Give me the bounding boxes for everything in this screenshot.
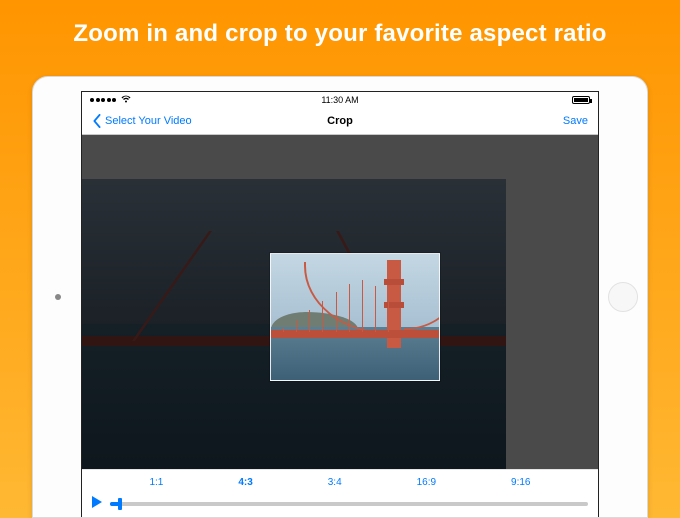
battery-icon	[572, 96, 590, 104]
ratio-9-16[interactable]: 9:16	[511, 477, 530, 488]
aspect-ratio-bar: 1:1 4:3 3:4 16:9 9:16	[82, 469, 598, 495]
status-left	[90, 95, 131, 105]
scrubber-track[interactable]	[110, 502, 588, 506]
chevron-left-icon	[92, 114, 102, 128]
crop-selection[interactable]	[270, 253, 440, 381]
play-icon[interactable]	[92, 495, 102, 513]
wifi-icon	[121, 95, 131, 105]
tablet-camera	[55, 294, 61, 300]
save-button[interactable]: Save	[563, 115, 588, 127]
status-bar: 11:30 AM	[82, 92, 598, 107]
status-right	[572, 96, 590, 104]
video-crop-area[interactable]	[82, 135, 598, 469]
ratio-1-1[interactable]: 1:1	[149, 477, 163, 488]
back-label: Select Your Video	[105, 115, 192, 127]
marketing-headline: Zoom in and crop to your favorite aspect…	[0, 0, 680, 70]
nav-title: Crop	[327, 115, 353, 127]
nav-bar: Select Your Video Crop Save	[82, 107, 598, 135]
ratio-16-9[interactable]: 16:9	[417, 477, 436, 488]
app-screen: 11:30 AM Select Your Video Crop Save	[81, 91, 599, 517]
tablet-frame: 11:30 AM Select Your Video Crop Save	[32, 76, 648, 518]
home-button[interactable]	[608, 282, 638, 312]
scrubber-thumb[interactable]	[118, 498, 122, 510]
back-button[interactable]: Select Your Video	[92, 114, 192, 128]
ratio-4-3[interactable]: 4:3	[238, 477, 252, 488]
status-time: 11:30 AM	[321, 95, 358, 105]
ratio-3-4[interactable]: 3:4	[328, 477, 342, 488]
scrubber-bar	[82, 495, 598, 517]
signal-icon	[90, 98, 116, 102]
